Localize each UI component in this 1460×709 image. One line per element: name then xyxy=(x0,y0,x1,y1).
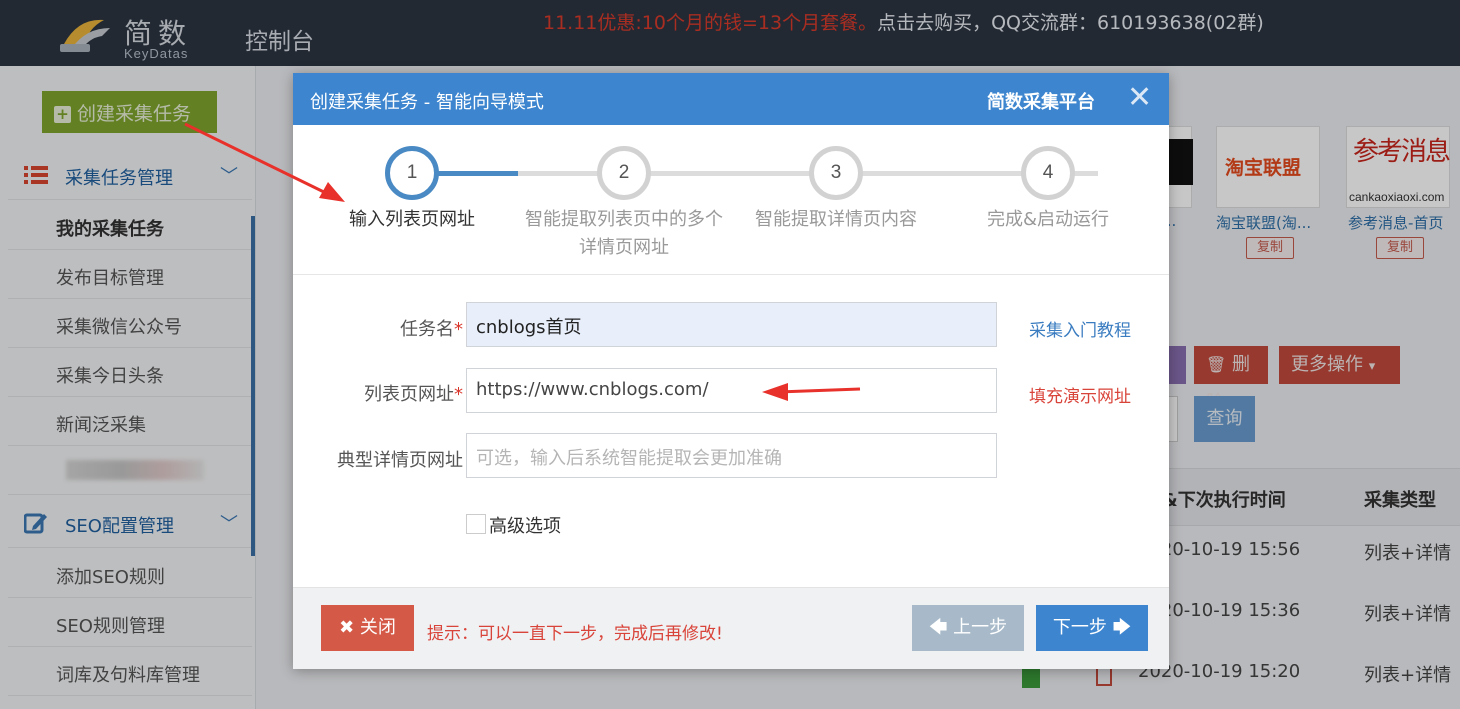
create-task-modal: 创建采集任务 - 智能向导模式 简数采集平台 ✕ 1 2 3 4 输入列表页网址… xyxy=(293,73,1169,669)
step-4-label: 完成&启动运行 xyxy=(986,209,1110,230)
step-2-label: 智能提取列表页中的多个 详情页网址 xyxy=(525,209,723,258)
arrow-left-icon: 🡄 xyxy=(928,617,948,638)
close-button[interactable]: ✖ 关闭 xyxy=(321,605,414,651)
close-button-label: 关闭 xyxy=(359,617,396,638)
required-mark: * xyxy=(454,319,463,340)
task-name-input[interactable]: cnblogs首页 xyxy=(466,302,997,347)
advanced-options-label[interactable]: 高级选项 xyxy=(489,512,561,538)
modal-footer: ✖ 关闭 提示：可以一直下一步，完成后再修改! 🡄 上一步 下一步 🡆 xyxy=(293,587,1169,669)
advanced-options-checkbox[interactable] xyxy=(466,514,486,534)
step-progress-line xyxy=(438,171,518,176)
tutorial-link[interactable]: 采集入门教程 xyxy=(1029,316,1131,341)
list-url-label-text: 列表页网址 xyxy=(364,384,454,405)
step-3-label: 智能提取详情页内容 xyxy=(755,209,917,230)
step-2-circle[interactable]: 2 xyxy=(597,146,651,200)
prev-step-label: 上一步 xyxy=(953,617,1008,638)
step-1-label: 输入列表页网址 xyxy=(349,209,475,230)
fill-demo-url-link[interactable]: 填充演示网址 xyxy=(1029,382,1131,407)
modal-title: 创建采集任务 - 智能向导模式 xyxy=(310,92,544,113)
arrow-right-icon: 🡆 xyxy=(1112,617,1132,638)
step-1-circle[interactable]: 1 xyxy=(385,146,439,200)
detail-url-label: 典型详情页网址 xyxy=(337,450,463,471)
step-3-circle[interactable]: 3 xyxy=(809,146,863,200)
task-name-label: 任务名* xyxy=(293,315,463,341)
close-x-icon: ✖ xyxy=(339,617,355,638)
footer-hint: 提示：可以一直下一步，完成后再修改! xyxy=(427,624,723,644)
required-mark: * xyxy=(454,384,463,405)
modal-header: 创建采集任务 - 智能向导模式 简数采集平台 ✕ xyxy=(293,73,1169,125)
next-step-label: 下一步 xyxy=(1052,617,1107,638)
detail-url-input[interactable]: 可选，输入后系统智能提取会更加准确 xyxy=(466,433,997,478)
prev-step-button[interactable]: 🡄 上一步 xyxy=(912,605,1024,651)
close-icon[interactable]: ✕ xyxy=(1127,81,1152,115)
list-url-input[interactable]: https://www.cnblogs.com/ xyxy=(466,368,997,413)
task-name-label-text: 任务名 xyxy=(400,319,454,340)
step-4-circle[interactable]: 4 xyxy=(1021,146,1075,200)
list-url-label: 列表页网址* xyxy=(293,380,463,406)
modal-brand: 简数采集平台 xyxy=(987,92,1095,113)
wizard-steps: 1 2 3 4 输入列表页网址 智能提取列表页中的多个 详情页网址 智能提取详情… xyxy=(293,125,1169,275)
next-step-button[interactable]: 下一步 🡆 xyxy=(1036,605,1148,651)
